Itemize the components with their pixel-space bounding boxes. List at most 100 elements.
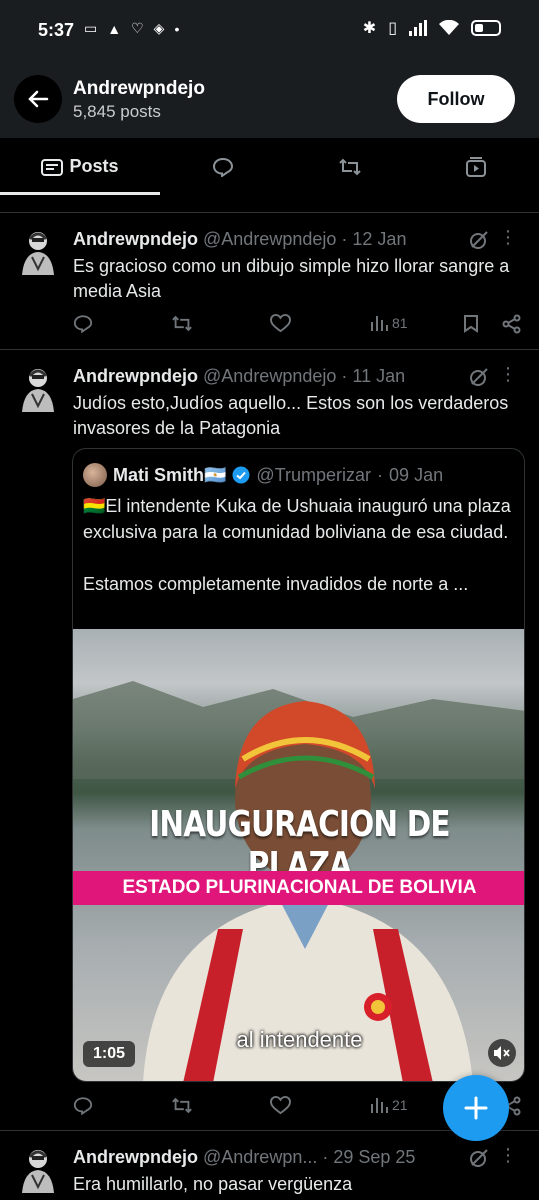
post-date[interactable]: 29 Sep 25 [333,1147,415,1167]
bluetooth-icon: ✱ [362,20,377,37]
tweet-header: Andrewpndejo @Andrewpndejo · 11 Jan [73,366,405,387]
more-options-icon[interactable]: ⋮ [499,364,517,385]
like-button[interactable] [270,314,291,333]
verified-badge-icon [232,466,250,484]
avatar-image [22,1150,54,1193]
wifi-icon [439,20,459,35]
posts-count: 5,845 posts [73,102,161,121]
tab-posts[interactable]: Posts [0,138,160,195]
reply-icon [73,315,93,333]
views-button[interactable]: 21 [370,1096,408,1114]
notification-icons: ▭ ▲ ♡ ◈ • [84,20,179,37]
repost-button[interactable] [171,314,193,333]
separator: · [341,366,348,386]
follow-button[interactable]: Follow [397,75,515,123]
repost-icon [172,315,192,332]
quoted-tweet[interactable]: Mati Smith🇦🇷 @Trumperizar · 09 Jan 🇧🇴El … [72,448,525,1082]
grok-icon[interactable] [469,1148,489,1168]
vibrate-icon: ▯ [388,20,397,37]
avatar[interactable] [16,1145,60,1195]
repost-icon [172,1097,192,1114]
tweet-text: Judíos esto,Judíos aquello... Estos son … [73,393,509,438]
system-icons: ✱ ▯ [363,18,501,38]
quote-header: Mati Smith🇦🇷 @Trumperizar · 09 Jan [83,463,443,487]
profile-tabs: Posts [0,138,539,195]
repost-button[interactable] [171,1096,193,1115]
separator: · [341,229,348,249]
replies-icon [212,157,234,177]
status-bar: 5:37 ▭ ▲ ♡ ◈ • ✱ ▯ [0,0,539,62]
avatar-image [22,232,54,275]
heart-icon: ♡ [131,20,144,36]
mute-button[interactable] [488,1039,516,1067]
mute-icon [494,1046,510,1060]
tab-posts-label: Posts [69,156,119,176]
dot-icon: • [174,20,180,37]
tweet[interactable]: Andrewpndejo @Andrewpndejo · 12 Jan ⋮ Es… [0,212,539,349]
profile-name: Andrewpndejo [73,78,205,99]
video-caption: al intendente [236,1027,363,1052]
active-tab-indicator [0,192,160,195]
more-options-icon[interactable]: ⋮ [499,227,517,248]
plus-icon [464,1096,488,1120]
tweet-actions: 81 [73,314,528,340]
post-date[interactable]: 11 Jan [352,366,405,386]
author-handle[interactable]: @Andrewpndejo [203,366,336,386]
views-icon [371,1098,388,1113]
share-button[interactable] [502,314,522,334]
battery-icon [471,20,501,36]
views-count: 21 [392,1097,408,1113]
views-button[interactable]: 81 [370,314,408,332]
tweet[interactable]: Andrewpndejo @Andrewpn... · 29 Sep 25 ⋮ … [0,1130,539,1200]
media-icon [466,156,486,177]
profile-header: Andrewpndejo 5,845 posts Follow [0,62,539,138]
reposts-icon [339,158,361,175]
author-name[interactable]: Andrewpndejo [73,366,198,386]
compose-button[interactable] [443,1075,509,1141]
tab-reposts[interactable] [322,138,378,195]
app-icon: ◈ [153,20,165,36]
views-icon [371,316,388,331]
author-name[interactable]: Andrewpndejo [73,229,198,249]
reply-button[interactable] [73,1096,93,1115]
quote-author-handle[interactable]: @Trumperizar [256,465,371,486]
quote-text: 🇧🇴El intendente Kuka de Ushuaia inauguró… [83,493,513,597]
author-handle[interactable]: @Andrewpn... [203,1147,317,1167]
video-duration: 1:05 [83,1041,136,1067]
quote-author-name[interactable]: Mati Smith🇦🇷 [113,465,226,486]
share-icon [502,314,521,334]
video-player[interactable]: INAUGURACION DE PLAZA ESTADO PLURINACION… [73,629,524,1081]
status-time: 5:37 [38,20,75,40]
quote-text-paragraph-2: Estamos completamente invadidos de norte… [83,574,469,594]
avatar[interactable] [16,364,60,414]
separator: · [377,464,384,485]
quote-avatar[interactable] [83,463,107,487]
grok-icon[interactable] [469,230,489,250]
warning-icon: ▲ [107,20,122,37]
bookmark-button[interactable] [463,314,479,333]
tweet-header: Andrewpndejo @Andrewpndejo · 12 Jan [73,229,406,250]
tab-replies[interactable] [195,138,251,195]
grok-icon[interactable] [469,367,489,387]
back-button[interactable] [14,75,62,123]
heart-outline-icon [270,314,291,333]
heart-outline-icon [270,1096,291,1115]
tweet-header: Andrewpndejo @Andrewpn... · 29 Sep 25 [73,1147,415,1168]
separator: · [322,1147,329,1167]
sim-icon: ▭ [84,20,98,36]
video-banner-overlay: ESTADO PLURINACIONAL DE BOLIVIA [73,871,524,905]
avatar-image [22,369,54,412]
tab-media[interactable] [448,138,504,195]
like-button[interactable] [270,1096,291,1115]
tweet-text: Era humillarlo, no pasar vergüenza [73,1174,353,1194]
author-handle[interactable]: @Andrewpndejo [203,229,336,249]
post-date[interactable]: 12 Jan [352,229,406,249]
quote-text-paragraph-1: 🇧🇴El intendente Kuka de Ushuaia inauguró… [83,496,511,542]
views-count: 81 [392,315,408,331]
avatar[interactable] [16,227,60,277]
author-name[interactable]: Andrewpndejo [73,1147,198,1167]
reply-button[interactable] [73,314,93,333]
more-options-icon[interactable]: ⋮ [499,1145,517,1166]
posts-icon [41,158,64,176]
tweet[interactable]: Andrewpndejo @Andrewpndejo · 11 Jan ⋮ Ju… [0,349,539,1130]
